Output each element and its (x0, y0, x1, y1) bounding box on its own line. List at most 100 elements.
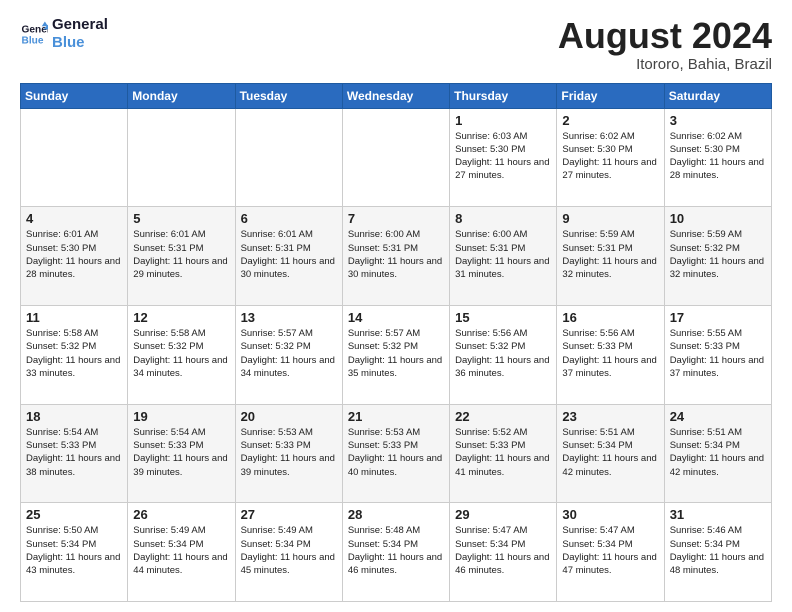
calendar-cell: 13Sunrise: 5:57 AMSunset: 5:32 PMDayligh… (235, 305, 342, 404)
day-info: Sunrise: 6:03 AM (455, 130, 551, 143)
day-info: Daylight: 11 hours and 46 minutes. (455, 551, 551, 578)
day-info: Sunrise: 5:59 AM (670, 228, 766, 241)
day-info: Sunrise: 5:48 AM (348, 524, 444, 537)
calendar-cell: 20Sunrise: 5:53 AMSunset: 5:33 PMDayligh… (235, 404, 342, 503)
day-info: Sunset: 5:32 PM (670, 242, 766, 255)
day-number: 14 (348, 310, 444, 325)
day-info: Daylight: 11 hours and 32 minutes. (562, 255, 658, 282)
day-number: 26 (133, 507, 229, 522)
day-info: Sunrise: 6:00 AM (348, 228, 444, 241)
day-number: 29 (455, 507, 551, 522)
day-info: Daylight: 11 hours and 27 minutes. (455, 156, 551, 183)
calendar-cell: 6 Sunrise: 6:01 AMSunset: 5:31 PMDaylight… (235, 207, 342, 306)
day-info: Sunset: 5:31 PM (562, 242, 658, 255)
day-info: Daylight: 11 hours and 37 minutes. (562, 354, 658, 381)
day-info: Sunset: 5:33 PM (348, 439, 444, 452)
calendar-cell: 2Sunrise: 6:02 AMSunset: 5:30 PMDaylight… (557, 108, 664, 207)
title-block: August 2024 Itororo, Bahia, Brazil (558, 16, 772, 73)
day-number: 20 (241, 409, 337, 424)
day-info: Sunset: 5:32 PM (455, 340, 551, 353)
day-number: 2 (562, 113, 658, 128)
day-info: Sunrise: 5:56 AM (455, 327, 551, 340)
day-info: Sunset: 5:33 PM (562, 340, 658, 353)
calendar-cell: 23Sunrise: 5:51 AMSunset: 5:34 PMDayligh… (557, 404, 664, 503)
day-info: Sunset: 5:32 PM (26, 340, 122, 353)
svg-text:Blue: Blue (22, 35, 44, 46)
day-number: 1 (455, 113, 551, 128)
day-info: Daylight: 11 hours and 40 minutes. (348, 452, 444, 479)
day-info: Sunrise: 5:53 AM (241, 426, 337, 439)
day-number: 6 (241, 211, 337, 226)
day-number: 13 (241, 310, 337, 325)
day-number: 10 (670, 211, 766, 226)
day-info: Sunset: 5:34 PM (670, 538, 766, 551)
day-info: Daylight: 11 hours and 41 minutes. (455, 452, 551, 479)
day-info: Sunset: 5:33 PM (241, 439, 337, 452)
calendar-cell: 8Sunrise: 6:00 AMSunset: 5:31 PMDaylight… (450, 207, 557, 306)
calendar-cell: 30Sunrise: 5:47 AMSunset: 5:34 PMDayligh… (557, 503, 664, 602)
calendar-cell: 5Sunrise: 6:01 AMSunset: 5:31 PMDaylight… (128, 207, 235, 306)
day-header-tuesday: Tuesday (235, 83, 342, 108)
day-info: Daylight: 11 hours and 45 minutes. (241, 551, 337, 578)
day-info: Sunrise: 6:01 AM (241, 228, 337, 241)
day-info: Sunset: 5:30 PM (562, 143, 658, 156)
day-info: Sunset: 5:32 PM (241, 340, 337, 353)
day-info: Sunset: 5:31 PM (133, 242, 229, 255)
day-number: 11 (26, 310, 122, 325)
calendar-cell: 21Sunrise: 5:53 AMSunset: 5:33 PMDayligh… (342, 404, 449, 503)
day-number: 31 (670, 507, 766, 522)
day-info: Daylight: 11 hours and 30 minutes. (348, 255, 444, 282)
day-info: Sunset: 5:34 PM (348, 538, 444, 551)
day-info: Daylight: 11 hours and 31 minutes. (455, 255, 551, 282)
subtitle: Itororo, Bahia, Brazil (558, 56, 772, 73)
day-info: Sunrise: 5:54 AM (133, 426, 229, 439)
calendar-cell: 3Sunrise: 6:02 AMSunset: 5:30 PMDaylight… (664, 108, 771, 207)
day-info: Sunrise: 6:01 AM (26, 228, 122, 241)
day-info: Sunrise: 6:01 AM (133, 228, 229, 241)
day-info: Sunrise: 5:51 AM (670, 426, 766, 439)
day-info: Sunset: 5:31 PM (348, 242, 444, 255)
day-info: Daylight: 11 hours and 36 minutes. (455, 354, 551, 381)
day-info: Sunrise: 5:47 AM (455, 524, 551, 537)
calendar-cell (235, 108, 342, 207)
calendar-cell: 18Sunrise: 5:54 AMSunset: 5:33 PMDayligh… (21, 404, 128, 503)
calendar-cell: 16Sunrise: 5:56 AMSunset: 5:33 PMDayligh… (557, 305, 664, 404)
day-number: 3 (670, 113, 766, 128)
day-number: 23 (562, 409, 658, 424)
day-info: Daylight: 11 hours and 42 minutes. (562, 452, 658, 479)
day-number: 15 (455, 310, 551, 325)
day-info: Sunset: 5:30 PM (670, 143, 766, 156)
calendar-cell: 26Sunrise: 5:49 AMSunset: 5:34 PMDayligh… (128, 503, 235, 602)
day-info: Sunset: 5:30 PM (26, 242, 122, 255)
day-info: Daylight: 11 hours and 46 minutes. (348, 551, 444, 578)
calendar-cell: 10Sunrise: 5:59 AMSunset: 5:32 PMDayligh… (664, 207, 771, 306)
day-info: Daylight: 11 hours and 30 minutes. (241, 255, 337, 282)
logo: General Blue General Blue (20, 16, 108, 52)
day-info: Sunset: 5:33 PM (133, 439, 229, 452)
header: General Blue General Blue August 2024 It… (20, 16, 772, 73)
calendar-cell: 14Sunrise: 5:57 AMSunset: 5:32 PMDayligh… (342, 305, 449, 404)
day-info: Daylight: 11 hours and 39 minutes. (133, 452, 229, 479)
day-info: Sunrise: 6:02 AM (562, 130, 658, 143)
day-header-wednesday: Wednesday (342, 83, 449, 108)
day-info: Sunrise: 6:02 AM (670, 130, 766, 143)
day-info: Sunset: 5:33 PM (26, 439, 122, 452)
day-number: 22 (455, 409, 551, 424)
calendar-cell: 7Sunrise: 6:00 AMSunset: 5:31 PMDaylight… (342, 207, 449, 306)
day-number: 30 (562, 507, 658, 522)
day-info: Daylight: 11 hours and 44 minutes. (133, 551, 229, 578)
calendar-cell: 17Sunrise: 5:55 AMSunset: 5:33 PMDayligh… (664, 305, 771, 404)
day-info: Sunrise: 5:58 AM (26, 327, 122, 340)
day-info: Daylight: 11 hours and 43 minutes. (26, 551, 122, 578)
day-info: Sunset: 5:34 PM (455, 538, 551, 551)
calendar-cell: 24Sunrise: 5:51 AMSunset: 5:34 PMDayligh… (664, 404, 771, 503)
calendar-cell: 12Sunrise: 5:58 AMSunset: 5:32 PMDayligh… (128, 305, 235, 404)
day-info: Sunset: 5:31 PM (241, 242, 337, 255)
day-info: Sunset: 5:32 PM (348, 340, 444, 353)
calendar-cell: 19Sunrise: 5:54 AMSunset: 5:33 PMDayligh… (128, 404, 235, 503)
day-number: 21 (348, 409, 444, 424)
day-info: Sunrise: 5:49 AM (241, 524, 337, 537)
day-number: 4 (26, 211, 122, 226)
logo-line1: General (52, 16, 108, 34)
day-info: Sunset: 5:33 PM (455, 439, 551, 452)
